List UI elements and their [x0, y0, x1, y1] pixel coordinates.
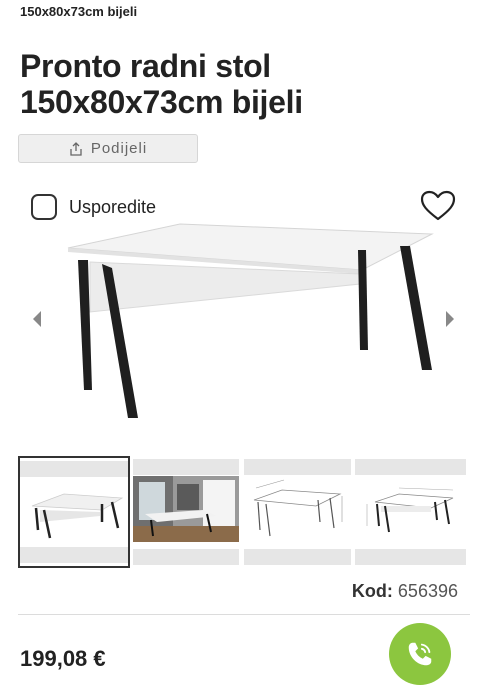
divider: [18, 614, 470, 615]
thumbnail-strip: [18, 456, 466, 568]
product-code-value: 656396: [397, 581, 458, 601]
product-code-label: Kod:: [351, 581, 393, 601]
call-button[interactable]: [389, 623, 451, 685]
compare-checkbox[interactable]: [31, 194, 57, 220]
title-line-2: 150x80x73cm bijeli: [20, 84, 303, 120]
product-price: 199,08 €: [20, 646, 106, 671]
phone-icon: [408, 642, 432, 666]
share-label: Podijeli: [90, 140, 148, 157]
chevron-right-icon[interactable]: [444, 309, 456, 329]
compare-toggle[interactable]: Usporedite: [31, 194, 156, 220]
thumbnail-1[interactable]: [18, 456, 130, 568]
breadcrumb[interactable]: 150x80x73cm bijeli: [20, 4, 137, 19]
thumbnail-3[interactable]: [244, 456, 351, 568]
title-line-1: Pronto radni stol: [20, 48, 271, 84]
thumbnail-4[interactable]: [355, 456, 466, 568]
page-title: Pronto radni stol 150x80x73cm bijeli: [20, 48, 460, 120]
thumbnail-2[interactable]: [133, 456, 239, 568]
compare-label: Usporedite: [69, 196, 157, 217]
share-icon: [70, 141, 82, 156]
product-main-image[interactable]: [60, 222, 440, 422]
product-code: Kod: 656396: [352, 581, 458, 602]
heart-icon[interactable]: [420, 190, 456, 222]
share-button[interactable]: Podijeli: [18, 134, 198, 163]
chevron-left-icon[interactable]: [31, 309, 43, 329]
